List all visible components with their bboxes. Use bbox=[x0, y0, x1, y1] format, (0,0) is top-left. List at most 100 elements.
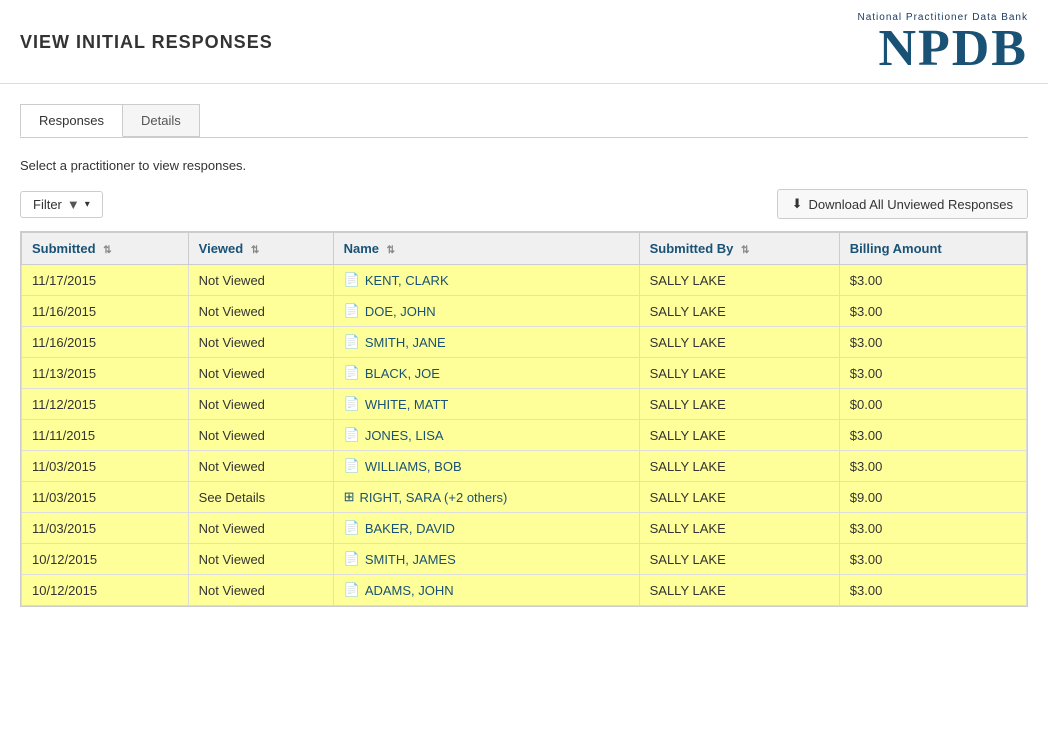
cell-submitted-by: SALLY LAKE bbox=[639, 265, 839, 296]
table-row[interactable]: 10/12/2015Not Viewed📄SMITH, JAMESSALLY L… bbox=[22, 544, 1027, 575]
cell-submitted-by: SALLY LAKE bbox=[639, 389, 839, 420]
cell-viewed: Not Viewed bbox=[188, 513, 333, 544]
name-link[interactable]: 📄BLACK, JOE bbox=[344, 365, 629, 381]
cell-name[interactable]: 📄BAKER, DAVID bbox=[333, 513, 639, 544]
name-link[interactable]: 📄WHITE, MATT bbox=[344, 396, 629, 412]
cell-submitted: 11/16/2015 bbox=[22, 327, 189, 358]
cell-name[interactable]: 📄 WILLIAMS, BOB bbox=[333, 451, 639, 482]
cell-submitted: 10/12/2015 bbox=[22, 575, 189, 606]
cell-name[interactable]: 📄 ADAMS, JOHN bbox=[333, 575, 639, 606]
cell-viewed: Not Viewed bbox=[188, 451, 333, 482]
table-row[interactable]: 11/17/2015Not Viewed📄KENT, CLARKSALLY LA… bbox=[22, 265, 1027, 296]
filter-button[interactable]: Filter ▼ ▾ bbox=[20, 191, 103, 218]
table-row[interactable]: 11/12/2015Not Viewed📄WHITE, MATTSALLY LA… bbox=[22, 389, 1027, 420]
cell-billing-amount: $3.00 bbox=[839, 575, 1026, 606]
table-row[interactable]: 10/12/2015Not Viewed 📄 ADAMS, JOHN SALLY LA… bbox=[22, 575, 1027, 606]
doc-icon: 📄 bbox=[344, 334, 360, 350]
col-billing-amount[interactable]: Billing Amount bbox=[839, 233, 1026, 265]
name-link[interactable]: 📄 KENT, CLARK bbox=[344, 272, 629, 288]
cell-submitted: 11/03/2015 bbox=[22, 451, 189, 482]
cell-viewed: See Details bbox=[188, 482, 333, 513]
cell-name[interactable]: 📄BLACK, JOE bbox=[333, 358, 639, 389]
expand-icon: ⊞ bbox=[344, 489, 355, 505]
name-text: BAKER, DAVID bbox=[365, 521, 455, 536]
name-text: WILLIAMS, BOB bbox=[365, 459, 462, 474]
cell-name[interactable]: 📄SMITH, JAMES bbox=[333, 544, 639, 575]
cell-name[interactable]: 📄 JONES, LISA bbox=[333, 420, 639, 451]
doc-icon: 📄 bbox=[344, 458, 360, 474]
table-header-row: Submitted ⇅ Viewed ⇅ Name ⇅ Submitted By… bbox=[22, 233, 1027, 265]
tab-responses[interactable]: Responses bbox=[20, 104, 123, 137]
table-row[interactable]: 11/03/2015Not Viewed📄WILLIAMS, BOBSALLY … bbox=[22, 451, 1027, 482]
npdb-big-text: NPDB bbox=[878, 20, 1028, 77]
name-text: KENT, CLARK bbox=[365, 273, 449, 288]
name-link[interactable]: 📄BAKER, DAVID bbox=[344, 520, 629, 536]
cell-name[interactable]: 📄 SMITH, JANE bbox=[333, 327, 639, 358]
cell-billing-amount: $9.00 bbox=[839, 482, 1026, 513]
name-link[interactable]: 📄 JONES, LISA bbox=[344, 427, 629, 443]
download-label: Download All Unviewed Responses bbox=[808, 197, 1013, 212]
cell-name[interactable]: ⊞RIGHT, SARA (+2 others) bbox=[333, 482, 639, 513]
cell-submitted-by: SALLY LAKE bbox=[639, 544, 839, 575]
cell-submitted: 11/13/2015 bbox=[22, 358, 189, 389]
cell-viewed: Not Viewed bbox=[188, 420, 333, 451]
cell-submitted: 10/12/2015 bbox=[22, 544, 189, 575]
col-submitted[interactable]: Submitted ⇅ bbox=[22, 233, 189, 265]
name-link[interactable]: 📄 SMITH, JANE bbox=[344, 334, 629, 350]
table-row[interactable]: 11/16/2015Not Viewed 📄 SMITH, JANE SALLY LA… bbox=[22, 327, 1027, 358]
name-link[interactable]: 📄DOE, JOHN bbox=[344, 303, 629, 319]
cell-billing-amount: $3.00 bbox=[839, 513, 1026, 544]
name-text: SMITH, JANE bbox=[365, 335, 446, 350]
sort-submitted-icon: ⇅ bbox=[103, 245, 111, 256]
name-text: BLACK, JOE bbox=[365, 366, 440, 381]
cell-viewed: Not Viewed bbox=[188, 327, 333, 358]
cell-name[interactable]: 📄DOE, JOHN bbox=[333, 296, 639, 327]
toolbar: Filter ▼ ▾ ⬇ Download All Unviewed Respo… bbox=[20, 189, 1028, 219]
table-row[interactable]: 11/11/2015Not Viewed📄JONES, LISASALLY LA… bbox=[22, 420, 1027, 451]
tab-details[interactable]: Details bbox=[122, 104, 200, 137]
cell-billing-amount: $3.00 bbox=[839, 420, 1026, 451]
cell-submitted: 11/12/2015 bbox=[22, 389, 189, 420]
cell-submitted: 11/11/2015 bbox=[22, 420, 189, 451]
table-row[interactable]: 11/03/2015See Details ⊞RIGHT, SARA (+2 ot… bbox=[22, 482, 1027, 513]
page-header: VIEW INITIAL RESPONSES National Practiti… bbox=[0, 0, 1048, 84]
name-link[interactable]: 📄 WILLIAMS, BOB bbox=[344, 458, 629, 474]
download-button[interactable]: ⬇ Download All Unviewed Responses bbox=[777, 189, 1028, 219]
npdb-logo: National Practitioner Data Bank NPDB bbox=[857, 12, 1028, 75]
doc-icon: 📄 bbox=[344, 582, 360, 598]
table-row[interactable]: 11/03/2015Not Viewed📄BAKER, DAVIDSALLY L… bbox=[22, 513, 1027, 544]
main-content: Responses Details Select a practitioner … bbox=[0, 84, 1048, 627]
cell-submitted-by: SALLY LAKE bbox=[639, 513, 839, 544]
instructions-text: Select a practitioner to view responses. bbox=[20, 158, 1028, 173]
cell-submitted: 11/03/2015 bbox=[22, 482, 189, 513]
name-link[interactable]: 📄 ADAMS, JOHN bbox=[344, 582, 629, 598]
cell-submitted-by: SALLY LAKE bbox=[639, 296, 839, 327]
tab-bar: Responses Details bbox=[20, 104, 1028, 138]
col-name[interactable]: Name ⇅ bbox=[333, 233, 639, 265]
caret-icon: ▾ bbox=[85, 199, 90, 210]
cell-name[interactable]: 📄WHITE, MATT bbox=[333, 389, 639, 420]
table-row[interactable]: 11/16/2015Not Viewed📄DOE, JOHNSALLY LAKE… bbox=[22, 296, 1027, 327]
cell-billing-amount: $0.00 bbox=[839, 389, 1026, 420]
cell-billing-amount: $3.00 bbox=[839, 296, 1026, 327]
col-viewed[interactable]: Viewed ⇅ bbox=[188, 233, 333, 265]
name-link[interactable]: 📄SMITH, JAMES bbox=[344, 551, 629, 567]
filter-icon: ▼ bbox=[67, 197, 80, 212]
cell-viewed: Not Viewed bbox=[188, 575, 333, 606]
name-link[interactable]: ⊞RIGHT, SARA (+2 others) bbox=[344, 489, 629, 505]
cell-submitted-by: SALLY LAKE bbox=[639, 327, 839, 358]
name-text: JONES, LISA bbox=[365, 428, 444, 443]
doc-icon: 📄 bbox=[344, 427, 360, 443]
cell-name[interactable]: 📄 KENT, CLARK bbox=[333, 265, 639, 296]
cell-submitted: 11/16/2015 bbox=[22, 296, 189, 327]
sort-submittedby-icon: ⇅ bbox=[741, 245, 749, 256]
doc-icon: 📄 bbox=[344, 396, 360, 412]
name-text: DOE, JOHN bbox=[365, 304, 436, 319]
name-text: ADAMS, JOHN bbox=[365, 583, 454, 598]
table-row[interactable]: 11/13/2015Not Viewed📄BLACK, JOESALLY LAK… bbox=[22, 358, 1027, 389]
cell-submitted-by: SALLY LAKE bbox=[639, 575, 839, 606]
col-submitted-by[interactable]: Submitted By ⇅ bbox=[639, 233, 839, 265]
sort-viewed-icon: ⇅ bbox=[251, 245, 259, 256]
doc-icon: 📄 bbox=[344, 272, 360, 288]
responses-table-wrapper[interactable]: Submitted ⇅ Viewed ⇅ Name ⇅ Submitted By… bbox=[20, 231, 1028, 607]
